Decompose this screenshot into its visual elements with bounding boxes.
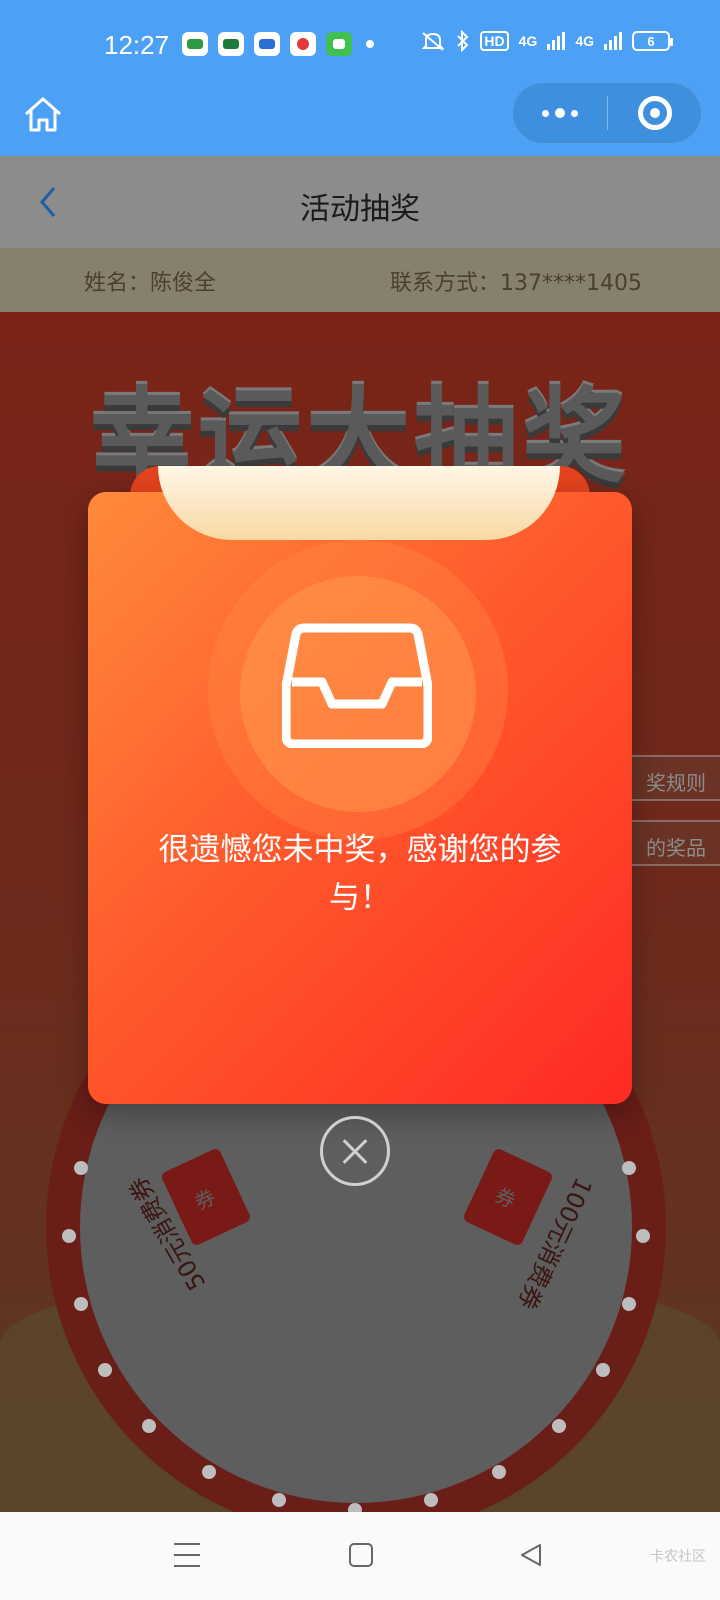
ticket-char: 券	[190, 1184, 220, 1215]
home-icon[interactable]	[22, 94, 64, 136]
network-label: 4G	[518, 33, 538, 49]
menu-icon[interactable]	[174, 1543, 200, 1567]
wheel-light	[492, 1465, 506, 1479]
wheel-light	[424, 1493, 438, 1507]
ticket-char: 券	[491, 1182, 520, 1214]
app-icon	[218, 32, 244, 56]
rules-tab[interactable]: 奖规则	[630, 755, 720, 801]
app-icon	[254, 32, 280, 56]
wheel-light	[272, 1493, 286, 1507]
network-label: 4G	[575, 33, 594, 49]
rules-tab-label: 奖规则	[646, 771, 706, 795]
more-button[interactable]	[513, 83, 607, 143]
my-prizes-tab[interactable]: 的奖品	[630, 820, 720, 866]
status-time: 12:27	[104, 30, 170, 60]
dot-icon	[571, 109, 578, 117]
signal-icon	[547, 32, 566, 50]
dot-icon	[542, 109, 549, 117]
home-square-icon[interactable]	[349, 1543, 373, 1567]
app-icon	[182, 32, 208, 56]
result-message: 很遗憾您未中奖，感谢您的参与！	[158, 832, 562, 916]
status-indicators: HD 4G 4G 6	[420, 30, 673, 52]
target-icon	[637, 96, 672, 130]
notification-dot-icon	[366, 40, 374, 48]
wheel-light	[62, 1229, 76, 1243]
wheel-light	[622, 1161, 636, 1175]
watermark: 卡农社区	[650, 1549, 706, 1565]
wheel-light	[74, 1161, 88, 1175]
modal-envelope-flap	[158, 466, 560, 540]
wheel-light	[636, 1229, 650, 1243]
mini-program-bar	[0, 82, 720, 156]
user-info-bar: 姓名：陈俊全 联系方式：137****1405	[0, 248, 720, 312]
user-name: 姓名：陈俊全	[84, 271, 217, 296]
close-modal-button[interactable]	[320, 1116, 390, 1186]
page-title: 活动抽奖	[300, 192, 420, 227]
battery-icon: 6	[632, 31, 673, 51]
empty-tray-icon	[282, 623, 432, 748]
page-header: 活动抽奖	[0, 156, 720, 248]
wheel-light	[142, 1419, 156, 1433]
app-icon	[326, 32, 352, 56]
wheel-light	[98, 1363, 112, 1377]
result-modal: 很遗憾您未中奖，感谢您的参与！	[88, 492, 632, 1104]
system-nav-bar: 卡农社区	[0, 1512, 720, 1600]
bluetooth-icon	[457, 30, 469, 52]
user-contact: 联系方式：137****1405	[390, 271, 642, 296]
wheel-light	[552, 1419, 566, 1433]
exit-button[interactable]	[608, 83, 701, 143]
wheel-light	[596, 1363, 610, 1377]
wheel-light	[74, 1297, 88, 1311]
prizes-tab-label: 的奖品	[646, 836, 706, 860]
wheel-light	[202, 1465, 216, 1479]
dot-icon	[555, 108, 565, 118]
status-app-icons	[182, 32, 352, 56]
status-bar: 12:27 HD 4G 4G 6	[0, 0, 720, 90]
mute-icon	[421, 32, 445, 51]
hd-badge: HD	[480, 31, 509, 51]
wheel-light	[348, 1503, 362, 1512]
wheel-light	[622, 1297, 636, 1311]
capsule-menu	[512, 82, 702, 144]
signal-icon	[604, 32, 622, 50]
back-triangle-icon[interactable]	[518, 1542, 544, 1568]
battery-level: 6	[647, 33, 655, 49]
app-icon	[290, 32, 316, 56]
